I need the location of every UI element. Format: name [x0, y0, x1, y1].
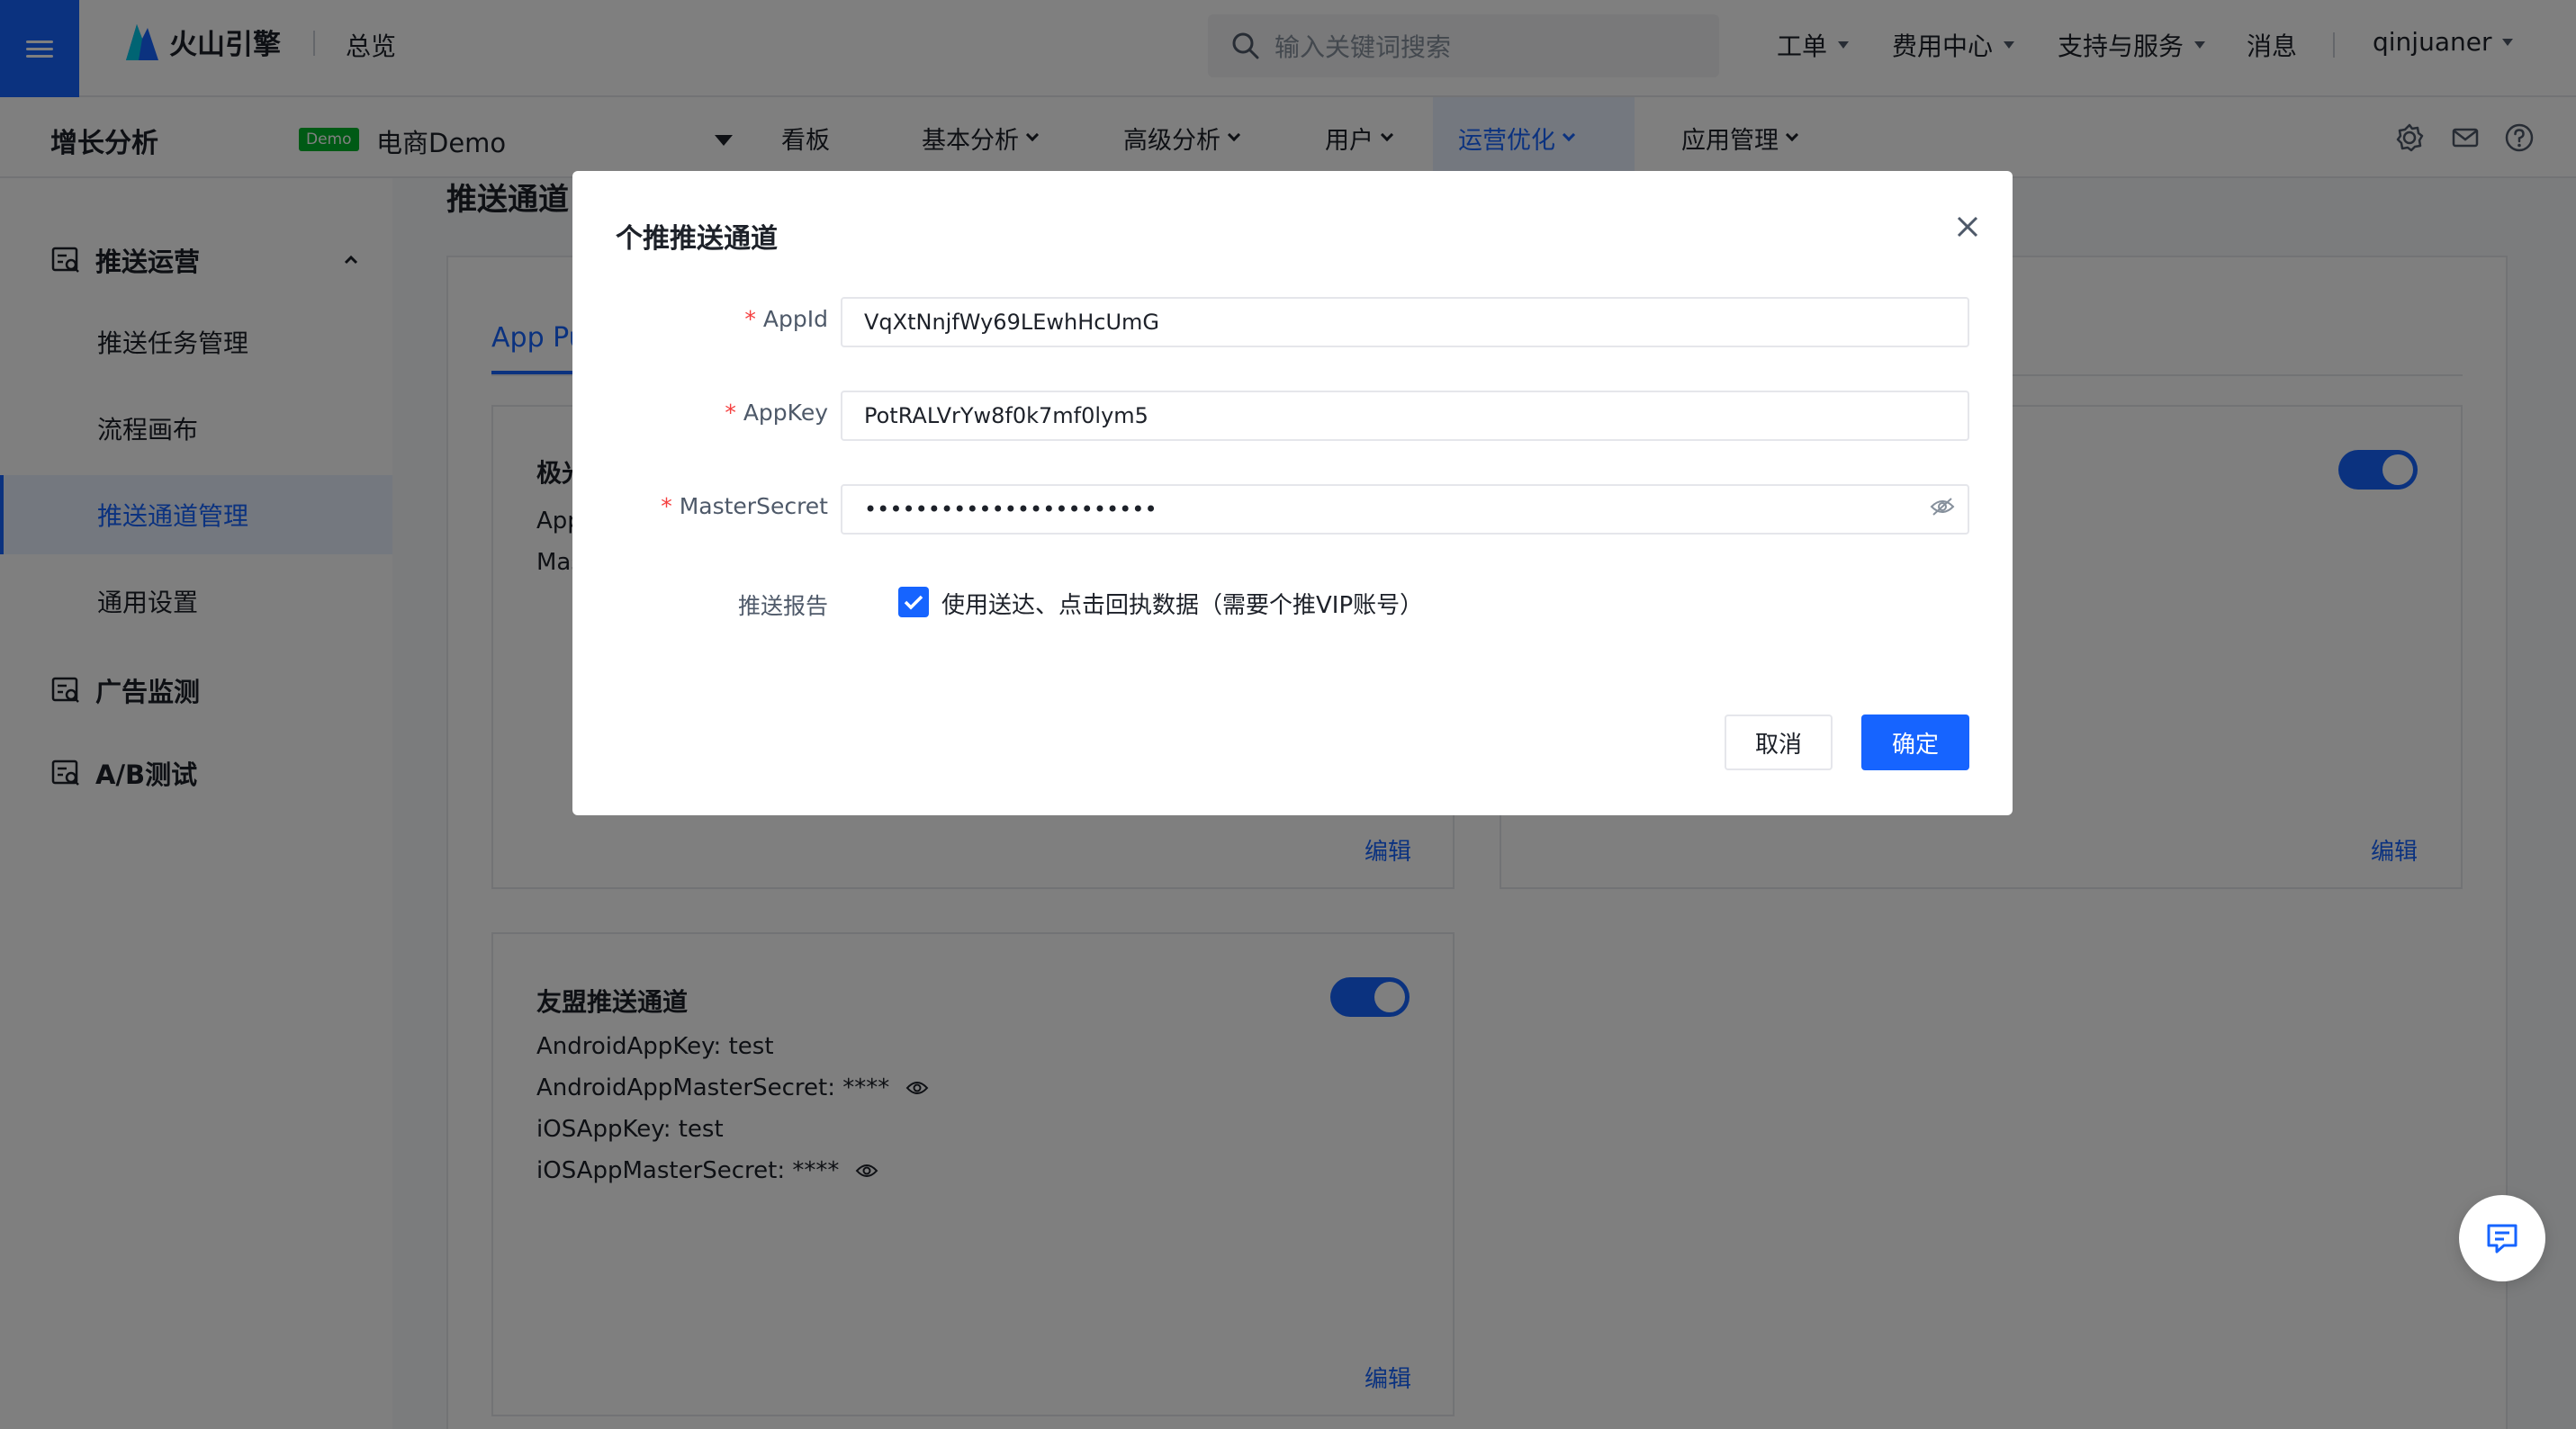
required-mark: *	[661, 493, 672, 519]
mastersecret-label: * MasterSecret	[661, 493, 828, 519]
close-icon[interactable]	[1950, 209, 1986, 245]
label-text: MasterSecret	[679, 493, 828, 519]
report-checkbox-label[interactable]: 使用送达、点击回执数据（需要个推VIP账号）	[941, 587, 1423, 620]
check-icon	[904, 595, 923, 610]
dialog-title: 个推推送通道	[616, 223, 778, 255]
cancel-button[interactable]: 取消	[1725, 714, 1833, 770]
appid-input[interactable]: VqXtNnjfWy69LEwhHcUmG	[841, 297, 1969, 347]
report-checkbox[interactable]	[898, 587, 929, 617]
report-label: 推送报告	[737, 593, 828, 619]
eye-off-icon[interactable]	[1930, 497, 1955, 517]
appkey-label: * AppKey	[725, 400, 828, 426]
required-mark: *	[744, 306, 756, 332]
appkey-input[interactable]: PotRALVrYw8f0k7mf0lym5	[841, 391, 1969, 441]
chat-button[interactable]	[2459, 1195, 2545, 1281]
label-text: AppKey	[743, 400, 828, 426]
chat-icon	[2487, 1224, 2517, 1254]
getui-channel-dialog: 个推推送通道 * AppId VqXtNnjfWy69LEwhHcUmG * App…	[572, 171, 2013, 815]
label-text: AppId	[762, 306, 828, 332]
required-mark: *	[725, 400, 736, 426]
mastersecret-input[interactable]: •••••••••••••••••••••••	[841, 484, 1969, 535]
confirm-button[interactable]: 确定	[1861, 714, 1969, 770]
appid-label: * AppId	[744, 306, 828, 332]
